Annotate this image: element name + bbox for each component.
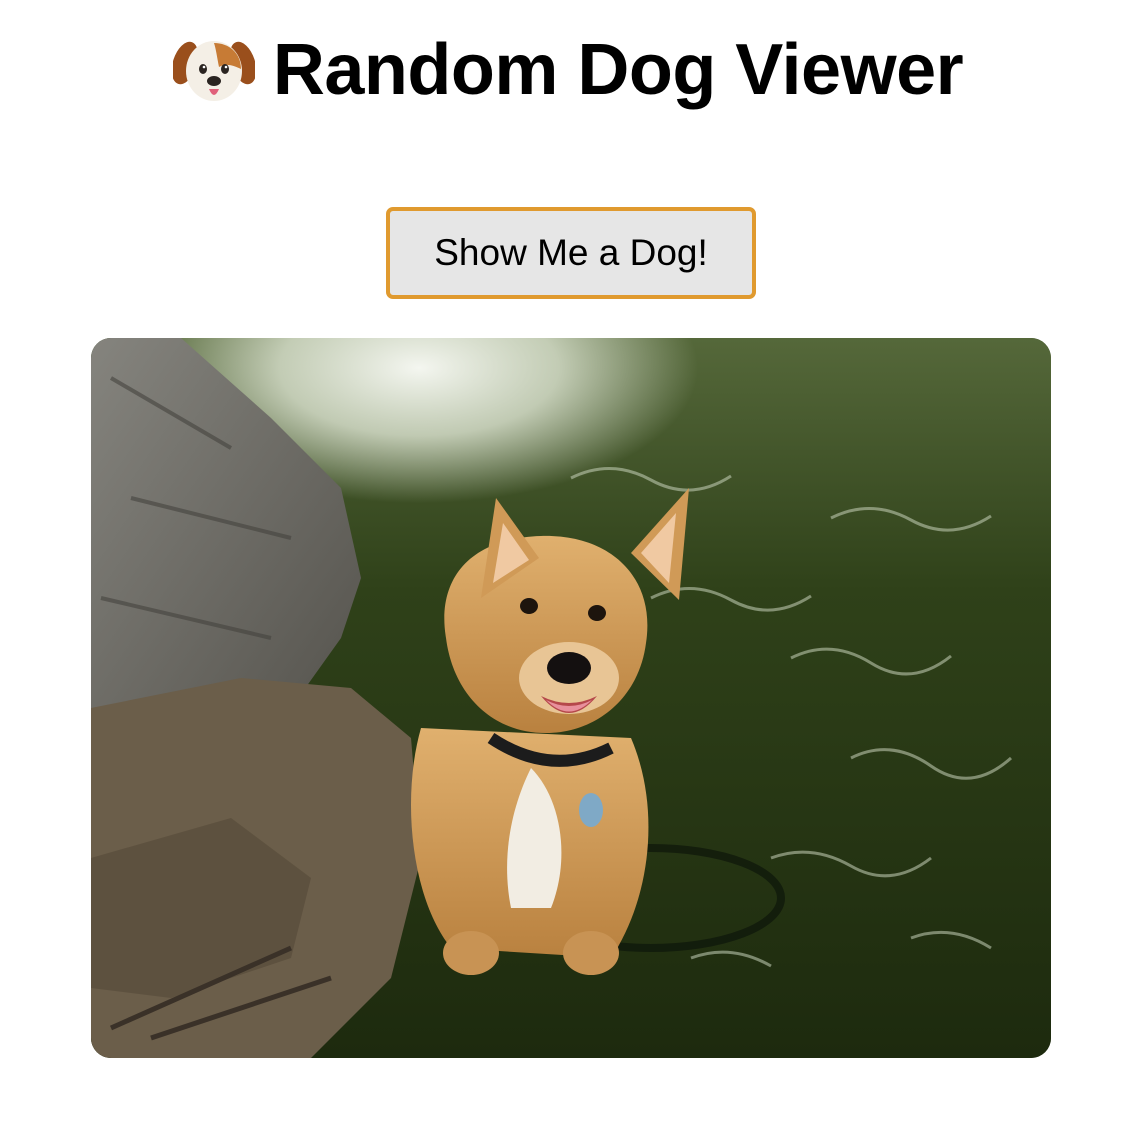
page-title: Random Dog Viewer [0,22,1136,118]
dog-photo [91,338,1051,1058]
dog-photo-illustration [91,338,1051,1058]
page-title-text: Random Dog Viewer [272,30,964,110]
dog-face-icon [171,33,257,105]
show-dog-button[interactable]: Show Me a Dog! [386,207,756,299]
app-root: Random Dog Viewer Show Me a Dog! [0,0,1136,1126]
